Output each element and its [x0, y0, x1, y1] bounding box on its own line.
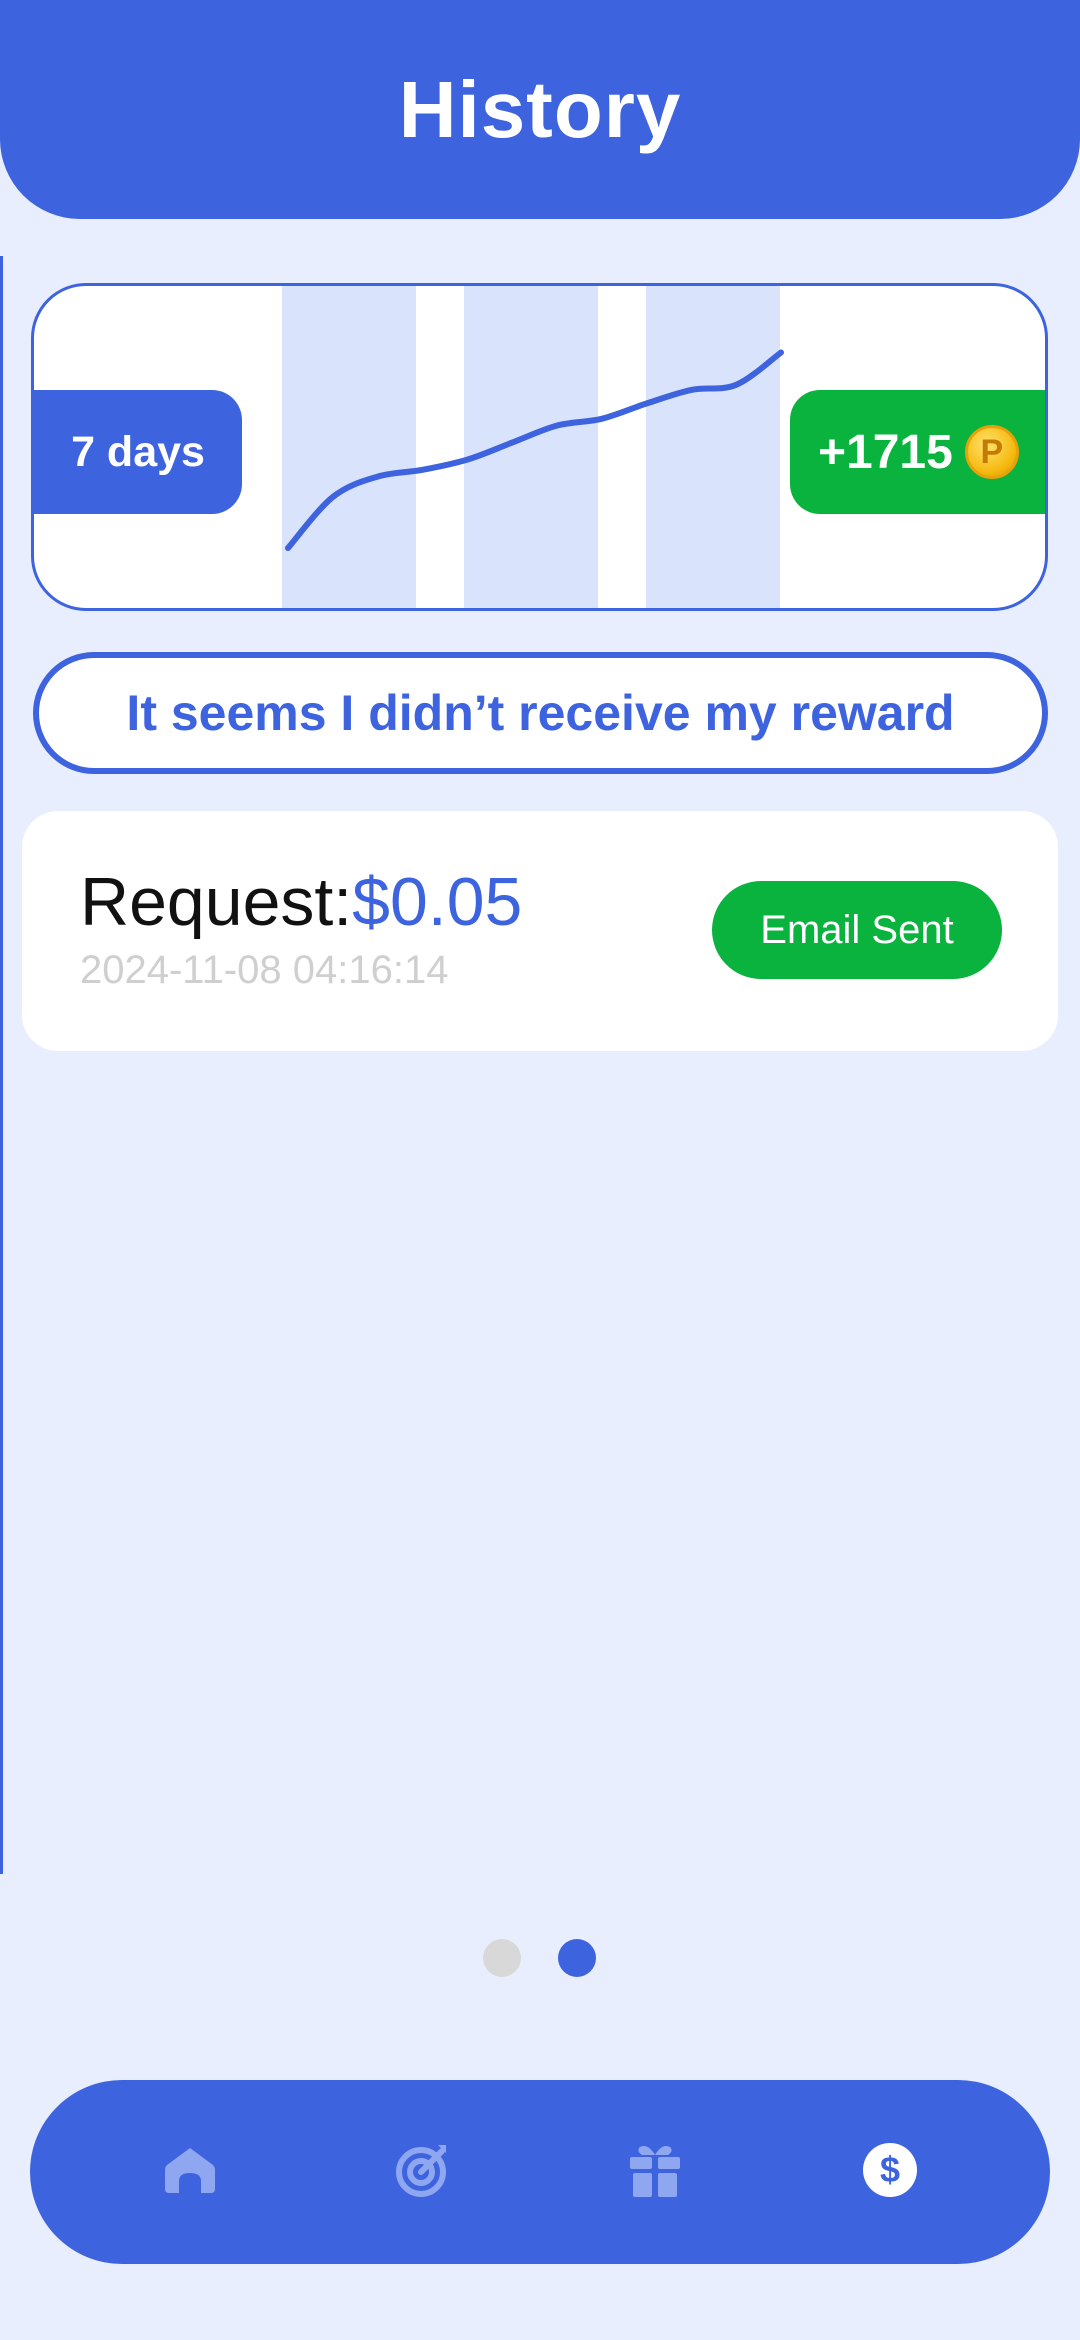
period-label: 7 days	[71, 427, 205, 476]
period-badge[interactable]: 7 days	[34, 390, 242, 514]
chart-band	[282, 286, 416, 608]
coin-icon: P	[964, 425, 1019, 479]
page-title: History	[398, 64, 682, 154]
dollar-icon: $	[862, 2142, 918, 2203]
nav-home[interactable]	[130, 2080, 250, 2264]
svg-text:$: $	[880, 2149, 900, 2190]
nav-cashout[interactable]: $	[830, 2080, 950, 2264]
nav-rewards[interactable]	[595, 2080, 715, 2264]
missing-reward-button[interactable]: It seems I didn’t receive my reward	[33, 652, 1048, 774]
points-badge: +1715 P	[790, 390, 1045, 514]
status-badge: Email Sent	[712, 881, 1002, 979]
request-date: 2024-11-08 04:16:14	[80, 948, 449, 992]
chart-band	[646, 286, 780, 608]
gift-icon	[628, 2141, 682, 2204]
home-icon	[163, 2143, 217, 2202]
summary-card: 7 days +1715 P	[31, 283, 1048, 611]
chart-band	[464, 286, 598, 608]
scroll-indicator	[0, 256, 3, 1874]
header: History	[0, 0, 1080, 219]
request-label: Request:	[80, 864, 353, 940]
page-indicator-dot-2[interactable]	[558, 1939, 596, 1977]
request-card: Request:$0.05 2024-11-08 04:16:14 Email …	[22, 811, 1058, 1051]
missing-reward-label: It seems I didn’t receive my reward	[126, 685, 955, 741]
nav-tasks[interactable]	[363, 2080, 483, 2264]
points-label: +1715	[818, 425, 953, 479]
target-icon	[394, 2141, 452, 2204]
request-amount: $0.05	[352, 864, 523, 940]
bottom-nav: $	[30, 2080, 1050, 2264]
page-indicator-dot-1[interactable]	[483, 1939, 521, 1977]
status-label: Email Sent	[760, 907, 954, 952]
request-line: Request:$0.05	[80, 863, 522, 941]
